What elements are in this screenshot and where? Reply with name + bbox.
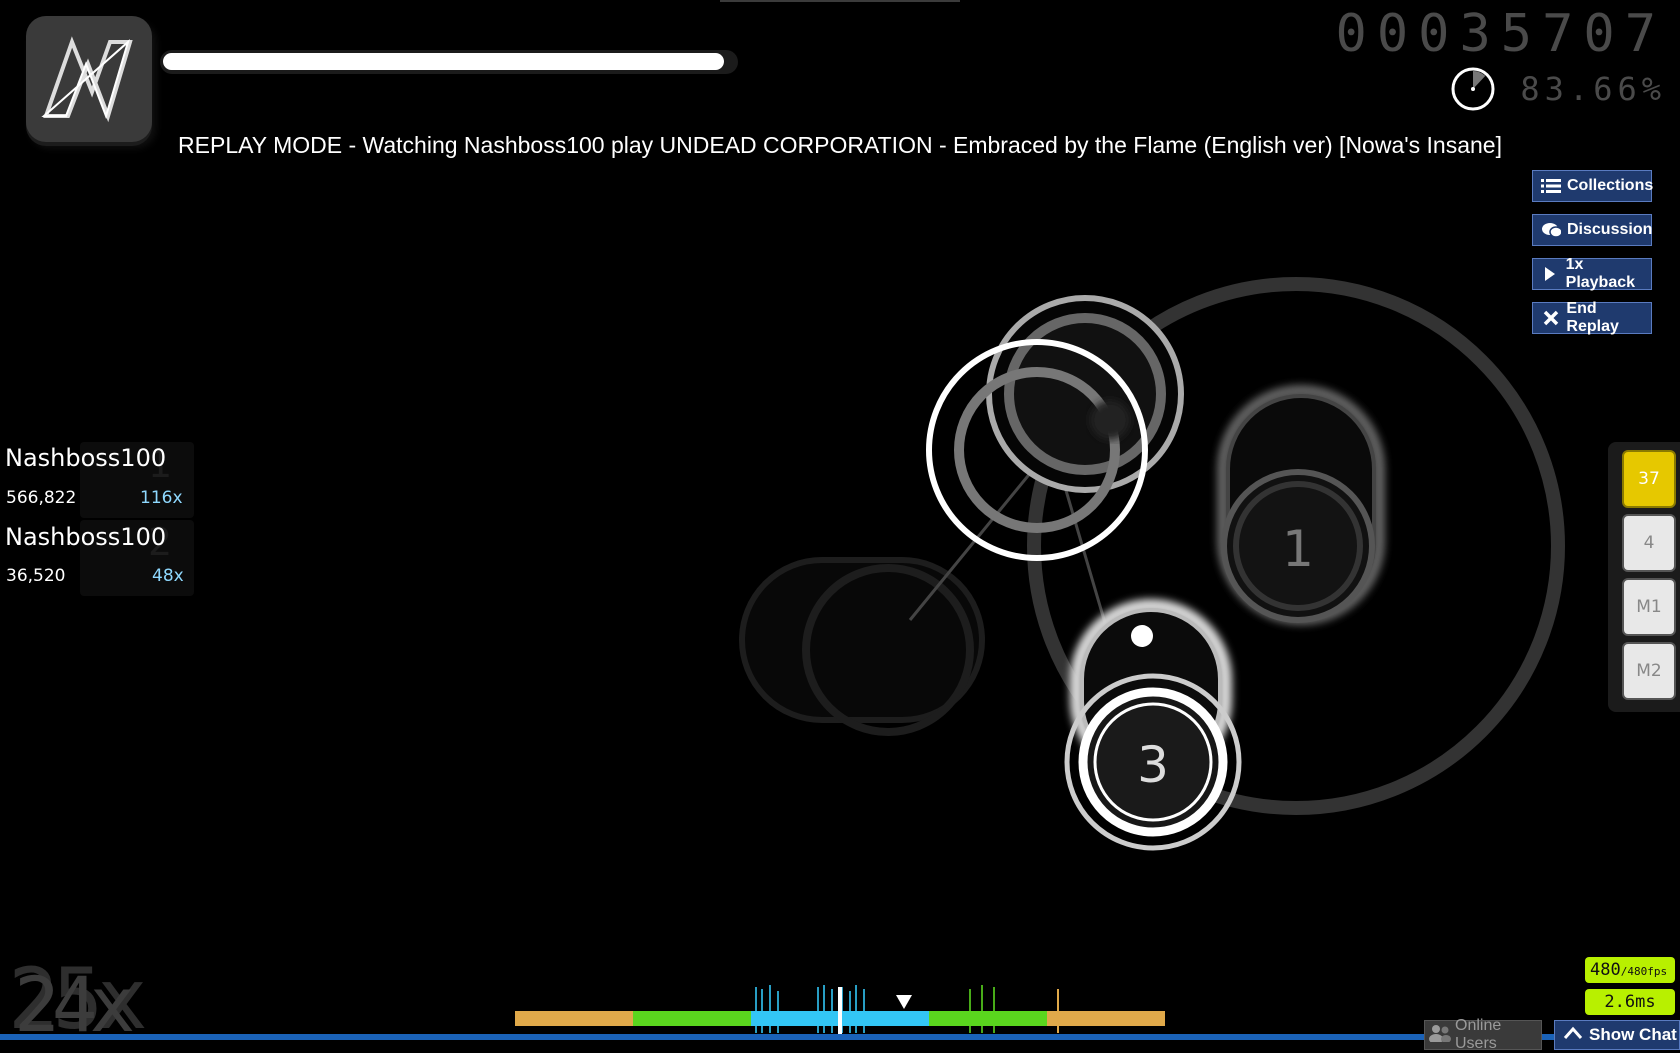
fps-max: /480fps xyxy=(1620,965,1668,978)
leaderboard-name: Nashboss100 xyxy=(5,523,167,551)
online-users-label: Online Users xyxy=(1455,1017,1502,1052)
key-k2: 4 xyxy=(1622,514,1676,572)
show-chat-label: Show Chat xyxy=(1589,1025,1677,1044)
slider-ball xyxy=(1131,625,1153,647)
frame-time: 2.6ms xyxy=(1585,989,1675,1015)
chevron-up-icon xyxy=(1563,1025,1583,1045)
leaderboard-combo: 116x xyxy=(140,488,183,508)
leaderboard-name: Nashboss100 xyxy=(5,444,167,472)
online-users-button[interactable]: Online Users xyxy=(1424,1017,1542,1052)
leaderboard-score: 36,520 xyxy=(6,566,66,586)
fps-counter: 480/480fps xyxy=(1585,957,1675,983)
hit-circle-number-1: 1 xyxy=(1282,520,1314,578)
hit-error-ticks xyxy=(755,985,1059,1035)
faded-slider xyxy=(739,557,985,736)
key-m2: M2 xyxy=(1622,642,1676,700)
users-icon xyxy=(1429,1024,1451,1047)
playfield: 1 3 xyxy=(739,277,1565,851)
leaderboard-combo: 48x xyxy=(152,566,184,586)
key-m1: M1 xyxy=(1622,578,1676,636)
show-chat-button[interactable]: Show Chat xyxy=(1554,1020,1680,1050)
leaderboard-entry-2: 2 Nashboss100 36,520 48x xyxy=(0,520,194,596)
leaderboard-entry-1: 1 Nashboss100 566,822 116x xyxy=(0,442,194,518)
leaderboard-score: 566,822 xyxy=(6,488,77,508)
hit-circle-number-3: 3 xyxy=(1137,736,1169,794)
fps-value: 480 xyxy=(1590,960,1621,980)
key-k1: 37 xyxy=(1622,450,1676,508)
